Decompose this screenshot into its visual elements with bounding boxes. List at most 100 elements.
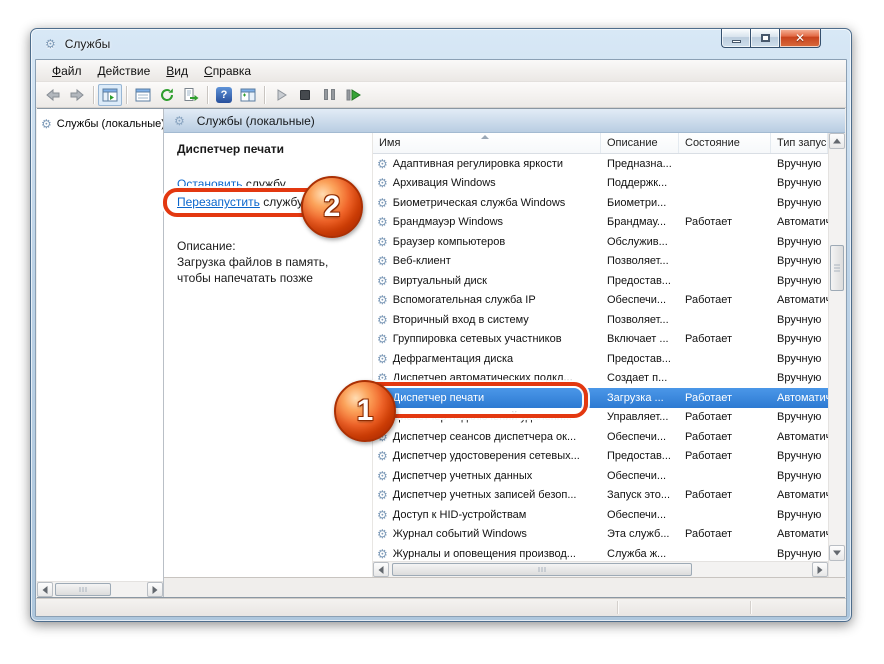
column-header-startup-type[interactable]: Тип запуска <box>771 133 828 153</box>
stop-service-button[interactable] <box>293 84 317 106</box>
cell-description: Загрузка ... <box>601 392 679 404</box>
stop-service-link[interactable]: Остановить <box>177 177 243 191</box>
scrollbar-thumb[interactable] <box>392 563 692 576</box>
gear-icon: ⚙ <box>377 430 388 444</box>
help-button[interactable]: ? <box>212 84 236 106</box>
minimize-button[interactable] <box>721 29 750 48</box>
service-row[interactable]: ⚙Журнал событий WindowsЭта служб...Работ… <box>373 525 828 545</box>
pause-service-button[interactable] <box>317 84 341 106</box>
service-name-text: Адаптивная регулировка яркости <box>393 158 563 170</box>
service-row[interactable]: ⚙ Адаптивная регулировка яркости Предназна… <box>373 154 828 174</box>
service-row[interactable]: ⚙Группировка сетевых участниковВключает … <box>373 330 828 350</box>
menu-view[interactable]: Вид <box>158 62 196 80</box>
gear-icon: ⚙ <box>377 352 388 366</box>
cell-startup-type: Вручную <box>771 197 828 209</box>
service-row[interactable]: ⚙Диспетчер автоматических подкл...Создае… <box>373 369 828 389</box>
service-row[interactable]: ⚙Архивация WindowsПоддержк...Вручную <box>373 174 828 194</box>
service-row[interactable]: ⚙Биометрическая служба WindowsБиометри..… <box>373 193 828 213</box>
cell-startup-type: Вручную <box>771 255 828 267</box>
service-row[interactable]: ⚙Диспетчер сеансов диспетчера ок...Обесп… <box>373 427 828 447</box>
tree-horizontal-scrollbar[interactable] <box>37 581 163 597</box>
refresh-button[interactable] <box>155 84 179 106</box>
maximize-button[interactable] <box>750 29 779 48</box>
cell-status: Работает <box>679 216 771 228</box>
export-list-button[interactable] <box>179 84 203 106</box>
service-row[interactable]: ⚙Брандмауэр WindowsБрандмау...РаботаетАв… <box>373 213 828 233</box>
close-icon: ✕ <box>795 31 805 45</box>
service-row[interactable]: ⚙Браузер компьютеровОбслужив...Вручную <box>373 232 828 252</box>
services-list: Имя Описание Состояние Тип запуска ⚙ Адап… <box>372 133 845 577</box>
close-button[interactable]: ✕ <box>779 29 821 48</box>
menu-help[interactable]: Справка <box>196 62 259 80</box>
cell-description: Служба ж... <box>601 548 679 560</box>
list-column-headers: Имя Описание Состояние Тип запуска <box>373 133 828 154</box>
cell-description: Предназна... <box>601 158 679 170</box>
service-name-text: Браузер компьютеров <box>393 236 505 248</box>
service-row[interactable]: ⚙Дефрагментация дискаПредостав...Вручную <box>373 349 828 369</box>
forward-button[interactable] <box>65 84 89 106</box>
restart-service-link[interactable]: Перезапустить <box>177 195 260 209</box>
service-row[interactable]: ⚙Диспетчер удостоверения сетевых...Предо… <box>373 447 828 467</box>
cell-service-name: ⚙ Диспетчер учетных данных <box>373 469 601 483</box>
cell-startup-type: Вручную <box>771 158 828 170</box>
list-vertical-scrollbar[interactable] <box>828 133 845 561</box>
cell-description: Обеспечи... <box>601 294 679 306</box>
scroll-up-arrow[interactable] <box>829 133 845 149</box>
gear-icon: ⚙ <box>377 157 388 171</box>
column-header-description[interactable]: Описание <box>601 133 679 153</box>
column-header-status[interactable]: Состояние <box>679 133 771 153</box>
menu-bar: Файл Действие Вид Справка <box>36 60 846 82</box>
cell-startup-type: Вручную <box>771 333 828 345</box>
properties-button[interactable] <box>131 84 155 106</box>
service-row[interactable]: ⚙Диспетчер учетных записей безоп...Запус… <box>373 486 828 506</box>
service-row[interactable]: ⚙Вторичный вход в системуПозволяет...Вру… <box>373 310 828 330</box>
back-button[interactable] <box>41 84 65 106</box>
menu-action[interactable]: Действие <box>90 62 159 80</box>
title-bar[interactable]: ⚙ Службы ✕ <box>31 29 851 59</box>
menu-file[interactable]: Файл <box>44 62 90 80</box>
view-pane-header: ⚙ Службы (локальные) <box>164 109 845 133</box>
service-row[interactable]: ⚙Веб-клиентПозволяет...Вручную <box>373 252 828 272</box>
gear-icon: ⚙ <box>174 114 185 128</box>
cell-service-name: ⚙Брандмауэр Windows <box>373 215 601 229</box>
scroll-right-arrow[interactable] <box>147 582 163 597</box>
cell-service-name: ⚙Диспетчер сеансов диспетчера ок... <box>373 430 601 444</box>
service-row[interactable]: ⚙Доступ к HID-устройствамОбеспечи...Вруч… <box>373 505 828 525</box>
restart-suffix: службу <box>260 195 303 209</box>
gear-icon: ⚙ <box>377 391 388 405</box>
gear-icon: ⚙ <box>377 235 388 249</box>
gear-icon: ⚙ <box>377 469 388 483</box>
gear-icon: ⚙ <box>377 527 388 541</box>
start-service-button[interactable] <box>269 84 293 106</box>
service-row[interactable]: ⚙Диспетчер учетных данныхОбеспечи...Вруч… <box>373 466 828 486</box>
service-row-selected[interactable]: ⚙Диспетчер печатиЗагрузка ...РаботаетАвт… <box>373 388 828 408</box>
scroll-left-arrow[interactable] <box>37 582 53 597</box>
cell-description: Управляет... <box>601 411 679 423</box>
service-row[interactable]: ⚙Диспетчер подключений удаленн...Управля… <box>373 408 828 428</box>
scroll-left-arrow[interactable] <box>373 562 389 577</box>
toolbar-separator <box>264 86 265 104</box>
restart-service-icon <box>345 88 361 102</box>
scroll-down-arrow[interactable] <box>829 545 845 561</box>
scrollbar-thumb[interactable] <box>55 583 111 596</box>
show-console-tree-button[interactable] <box>98 84 122 106</box>
show-action-pane-button[interactable] <box>236 84 260 106</box>
start-service-icon <box>274 88 288 102</box>
scroll-right-arrow[interactable] <box>812 562 828 577</box>
service-name-text: Диспетчер печати <box>393 392 484 404</box>
service-row[interactable]: ⚙Виртуальный дискПредостав...Вручную <box>373 271 828 291</box>
cell-service-name: ⚙Журнал событий Windows <box>373 527 601 541</box>
help-icon: ? <box>216 87 232 103</box>
restart-service-button[interactable] <box>341 84 365 106</box>
service-row[interactable]: ⚙Журналы и оповещения производ...Служба … <box>373 544 828 561</box>
services-list-main: Имя Описание Состояние Тип запуска ⚙ Адап… <box>373 133 828 577</box>
cell-startup-type: Вручную <box>771 372 828 384</box>
list-horizontal-scrollbar[interactable] <box>373 561 828 577</box>
tree-item-services-local[interactable]: ⚙ Службы (локальные) <box>37 114 163 133</box>
cell-description: Обеспечи... <box>601 431 679 443</box>
service-name-text: Диспетчер учетных данных <box>393 470 533 482</box>
scrollbar-thumb[interactable] <box>830 245 844 291</box>
service-row[interactable]: ⚙Вспомогательная служба IPОбеспечи...Раб… <box>373 291 828 311</box>
service-description-block: Описание: Загрузка файлов в память, чтоб… <box>177 238 363 286</box>
cell-service-name: ⚙Журналы и оповещения производ... <box>373 547 601 561</box>
